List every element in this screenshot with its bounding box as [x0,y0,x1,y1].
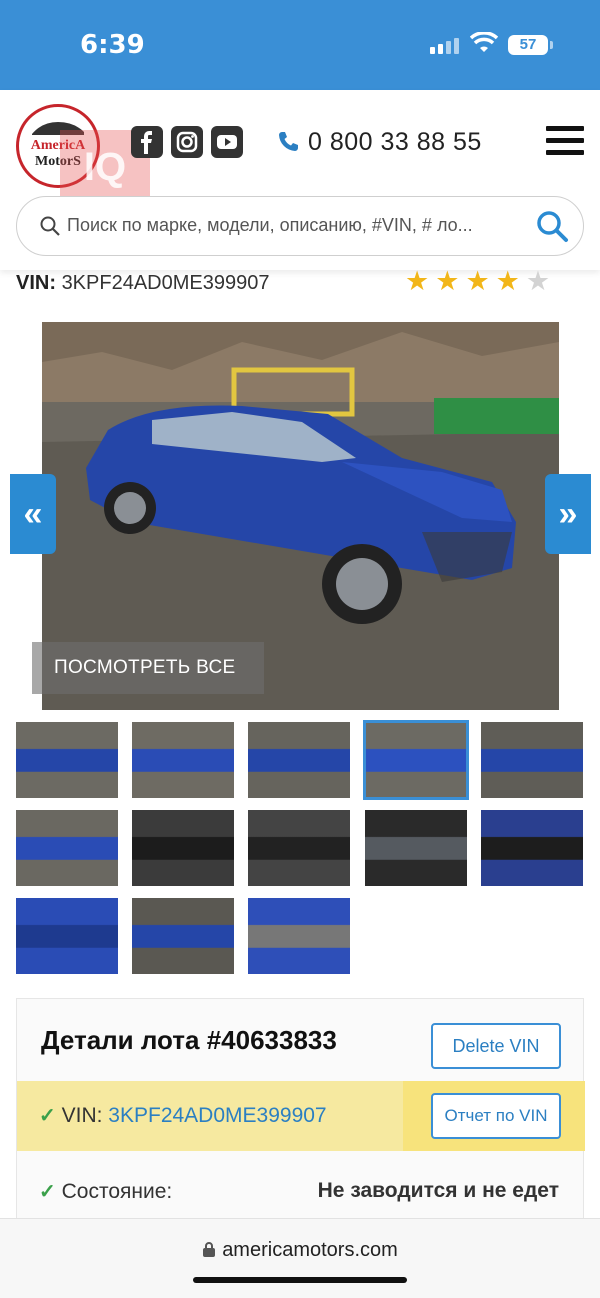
check-icon: ✓ [39,1181,56,1203]
search-icon [40,216,60,236]
prev-photo-button[interactable]: « [10,474,56,554]
facebook-icon[interactable] [131,126,163,158]
view-all-button[interactable]: ПОСМОТРЕТЬ ВСЕ [32,642,264,694]
rating-stars: ★ ★ ★ ★ ★ [405,268,550,295]
wifi-icon [469,31,499,59]
status-time: 6:39 [80,30,145,60]
star-empty-icon: ★ [525,266,551,296]
next-photo-button[interactable]: » [545,474,591,554]
url-text: americamotors.com [0,1239,600,1262]
lot-title: Детали лота #40633833 [41,1025,337,1055]
phone-number: 0 800 33 88 55 [308,127,482,156]
condition-label: ✓ Состояние: [39,1179,172,1204]
thumbnail-interior-front-seats[interactable] [132,810,234,886]
thumbnail-exterior-rear-right[interactable] [248,722,350,798]
instagram-icon[interactable] [171,126,203,158]
vin-row-value[interactable]: 3KPF24AD0ME399907 [108,1104,326,1127]
home-indicator [193,1277,407,1283]
vin-label: VIN: [16,272,56,294]
thumbnail-exterior-front[interactable] [481,722,583,798]
thumbnail-damaged-part[interactable] [132,898,234,974]
check-icon: ✓ [39,1105,56,1127]
thumbnail-exterior-rear[interactable] [16,810,118,886]
site-header: AmericA MotorS IQ 0 800 33 88 55 Поиск п… [0,90,600,270]
vin-row: ✓ VIN: 3KPF24AD0ME399907 Отчет по VIN [17,1081,585,1151]
thumbnail-damaged-hood[interactable] [16,898,118,974]
vin-line: VIN: 3KPF24AD0ME399907 [16,272,269,295]
star-filled-icon: ★ [495,266,520,296]
battery-icon: 57 [508,35,553,55]
lock-icon [203,1242,216,1257]
youtube-icon[interactable] [211,126,243,158]
vin-value: 3KPF24AD0ME399907 [61,272,270,294]
thumbnail-door-label[interactable] [248,898,350,974]
thumbnail-interior-rear-seats[interactable] [481,810,583,886]
thumbnail-exterior-rear-left[interactable] [132,722,234,798]
status-bar: 6:39 57 [0,0,600,90]
condition-value: Не заводится и не едет [317,1179,559,1202]
star-filled-icon: ★ [405,266,430,296]
thumbnail-exterior-side-right[interactable] [363,720,469,800]
url-value: americamotors.com [222,1239,398,1261]
thumbnail-exterior-front-left[interactable] [16,722,118,798]
thumbnail-interior-cluster[interactable] [365,810,467,886]
vin-row-key: VIN: [61,1104,103,1127]
lot-details: Детали лота #40633833 Delete VIN ✓ VIN: … [16,998,585,1228]
search-submit-icon[interactable] [535,209,569,243]
star-filled-icon: ★ [435,266,460,296]
condition-key: Состояние: [61,1180,173,1203]
browser-address-bar[interactable]: americamotors.com [0,1218,600,1298]
vin-report-button[interactable]: Отчет по VIN [431,1093,561,1139]
phone-link[interactable]: 0 800 33 88 55 [276,126,482,158]
search-field[interactable]: Поиск по марке, модели, описанию, #VIN, … [16,196,584,256]
vin-row-label: ✓ VIN: 3KPF24AD0ME399907 [39,1103,327,1128]
phone-icon [279,132,298,151]
thumbnail-interior-dashboard[interactable] [248,810,350,886]
search-placeholder: Поиск по марке, модели, описанию, #VIN, … [67,215,473,235]
delete-vin-button[interactable]: Delete VIN [431,1023,561,1069]
star-filled-icon: ★ [465,266,490,296]
menu-icon[interactable] [546,126,584,158]
signal-icon [430,36,462,54]
